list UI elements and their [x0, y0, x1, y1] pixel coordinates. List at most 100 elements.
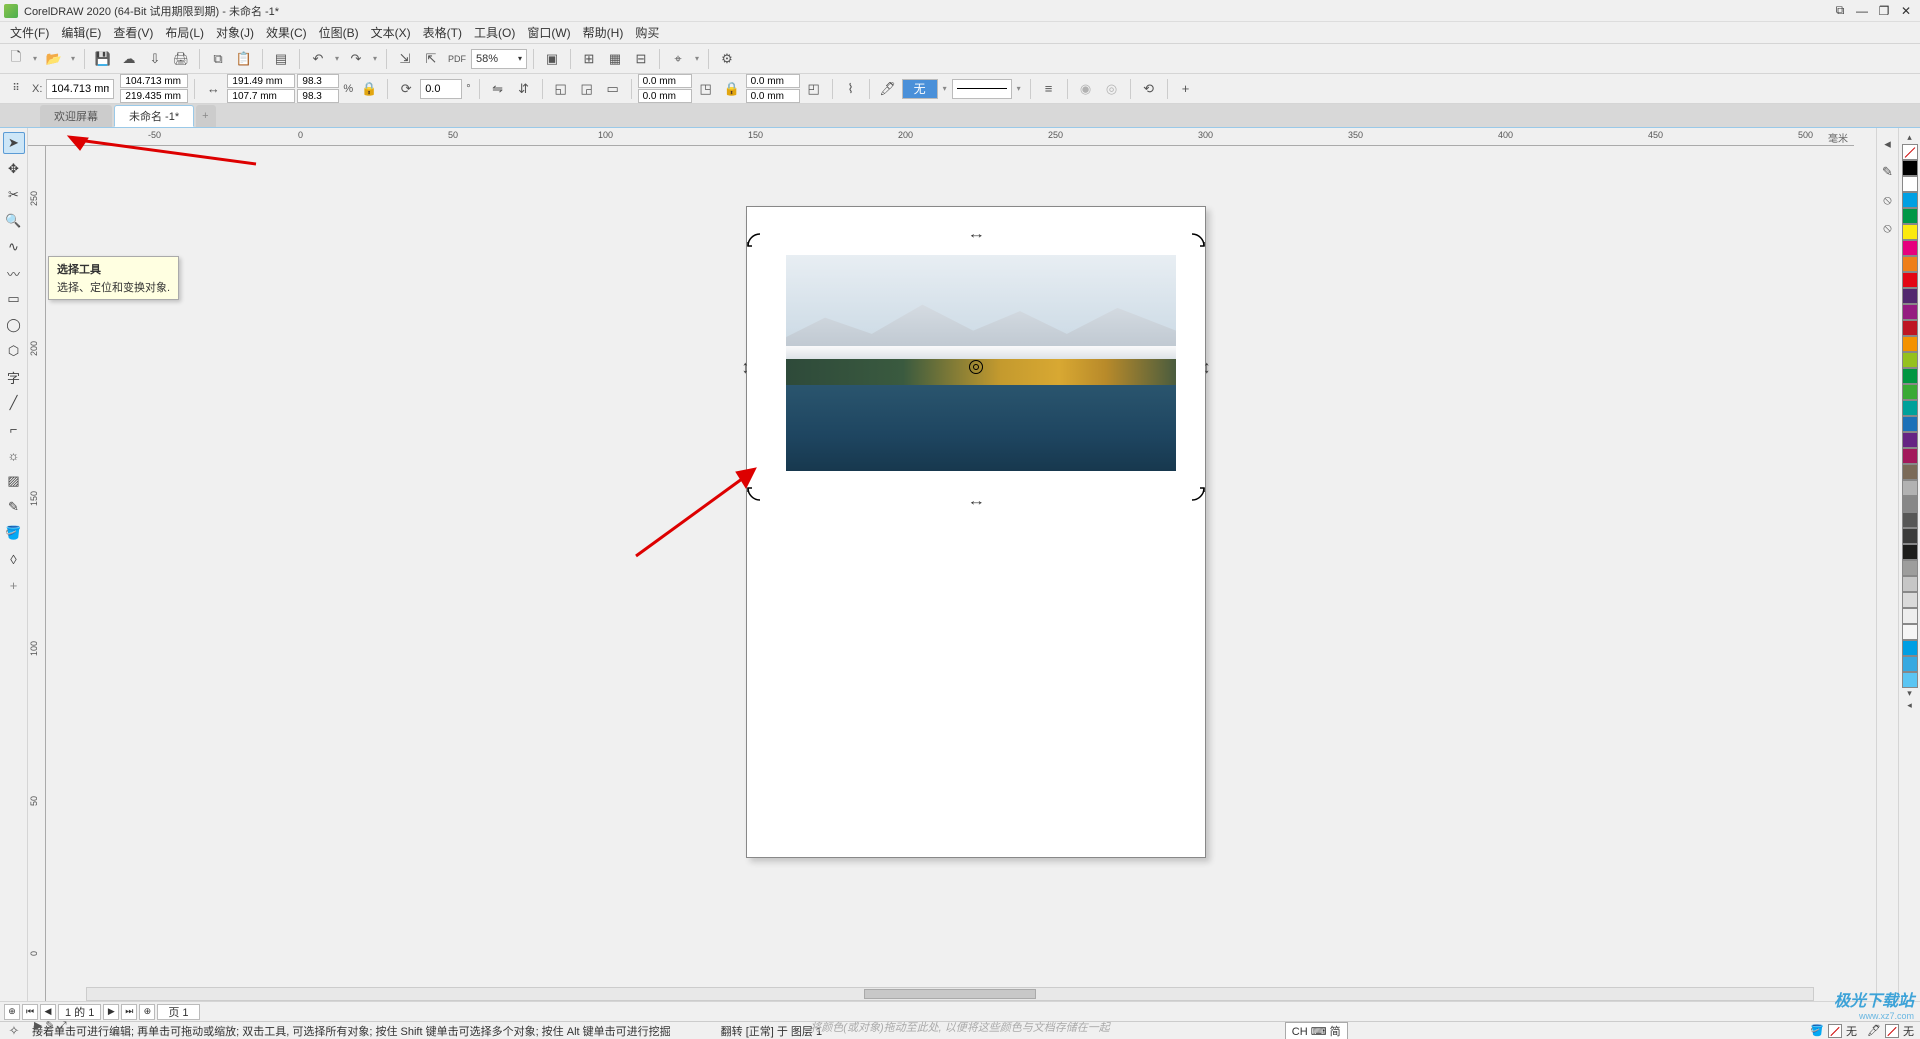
- palette-down-icon[interactable]: ▾: [1907, 688, 1912, 700]
- no-fill-indicator-icon[interactable]: ⦸: [1876, 188, 1900, 212]
- scale-y-input[interactable]: [297, 89, 339, 103]
- outline3-input[interactable]: [746, 74, 800, 88]
- width-input[interactable]: [227, 74, 295, 88]
- shape-tool-icon[interactable]: ✥: [3, 158, 25, 180]
- order-back-icon[interactable]: ◲: [575, 77, 599, 101]
- cloud-up-icon[interactable]: ☁: [117, 47, 141, 71]
- color-swatch[interactable]: [1902, 208, 1918, 224]
- docker-expand-icon[interactable]: ◂: [1876, 132, 1900, 156]
- color-swatch[interactable]: [1902, 640, 1918, 656]
- page-add-icon[interactable]: ⊕: [4, 1004, 20, 1020]
- menu-effects[interactable]: 效果(C): [260, 22, 313, 43]
- window-minimize-icon[interactable]: —: [1852, 3, 1872, 19]
- skew-handle-bottom-icon[interactable]: ↔: [967, 493, 985, 508]
- menu-help[interactable]: 帮助(H): [577, 22, 630, 43]
- status-outline[interactable]: 🖊 无: [1867, 1023, 1914, 1039]
- page-add2-icon[interactable]: ⊕: [139, 1004, 155, 1020]
- menu-object[interactable]: 对象(J): [210, 22, 260, 43]
- menu-tools[interactable]: 工具(O): [468, 22, 521, 43]
- snap-drop-icon[interactable]: ▾: [692, 54, 702, 63]
- page-tab[interactable]: 页 1: [157, 1004, 199, 1020]
- rotation-center-icon[interactable]: [969, 360, 983, 374]
- color-swatch[interactable]: [1902, 576, 1918, 592]
- transparency-tool-icon[interactable]: ▨: [3, 470, 25, 492]
- color-swatch[interactable]: [1902, 592, 1918, 608]
- rotate-handle-tl-icon[interactable]: [746, 232, 762, 248]
- tab-document[interactable]: 未命名 -1*: [114, 105, 194, 127]
- below-nav-icons[interactable]: ▶ ✎ ⤢: [34, 1020, 67, 1032]
- color-swatch[interactable]: [1902, 160, 1918, 176]
- import-icon[interactable]: ⇲: [393, 47, 417, 71]
- color-swatch[interactable]: [1902, 400, 1918, 416]
- skew-handle-left-icon[interactable]: ↕: [742, 356, 749, 377]
- ellipse-tool-icon[interactable]: ◯: [3, 314, 25, 336]
- polygon-tool-icon[interactable]: ⬡: [3, 340, 25, 362]
- color-swatch[interactable]: [1902, 528, 1918, 544]
- text-tool-icon[interactable]: 字: [3, 366, 25, 388]
- rectangle-tool-icon[interactable]: ▭: [3, 288, 25, 310]
- color-swatch[interactable]: [1902, 192, 1918, 208]
- connector-tool-icon[interactable]: ⌐: [3, 418, 25, 440]
- wrap-icon[interactable]: ⌇: [839, 77, 863, 101]
- rotation-input[interactable]: [420, 79, 462, 99]
- new-drop-icon[interactable]: ▾: [30, 54, 40, 63]
- clipboard-icon[interactable]: ▤: [269, 47, 293, 71]
- horizontal-ruler[interactable]: 毫米 -50050100150200250300350400450500: [28, 128, 1854, 146]
- outline2-input[interactable]: [638, 89, 692, 103]
- grid-icon[interactable]: ▦: [603, 47, 627, 71]
- fill-tool-icon[interactable]: 🪣: [3, 522, 25, 544]
- rotate-handle-tr-icon[interactable]: [1190, 232, 1206, 248]
- pos-x-field[interactable]: [120, 74, 188, 88]
- eyedropper-tool-icon[interactable]: ✎: [3, 496, 25, 518]
- color-swatch[interactable]: [1902, 672, 1918, 688]
- menu-table[interactable]: 表格(T): [417, 22, 468, 43]
- swatch-none[interactable]: [1902, 144, 1918, 160]
- undo-drop-icon[interactable]: ▾: [332, 54, 342, 63]
- color-swatch[interactable]: [1902, 608, 1918, 624]
- trace-icon[interactable]: ◉: [1074, 77, 1098, 101]
- freehand-tool-icon[interactable]: ∿: [3, 236, 25, 258]
- color-swatch[interactable]: [1902, 544, 1918, 560]
- color-swatch[interactable]: [1902, 224, 1918, 240]
- tab-add-icon[interactable]: +: [196, 105, 216, 127]
- color-swatch[interactable]: [1902, 272, 1918, 288]
- horizontal-scrollbar[interactable]: [86, 987, 1814, 1001]
- line-drop-icon[interactable]: ▾: [1014, 84, 1024, 93]
- menu-bitmap[interactable]: 位图(B): [313, 22, 365, 43]
- page-next-icon[interactable]: ▶: [103, 1004, 119, 1020]
- ruler-icon[interactable]: ⊞: [577, 47, 601, 71]
- outline-tool-icon[interactable]: ◊: [3, 548, 25, 570]
- effects-tool-icon[interactable]: ☼: [3, 444, 25, 466]
- color-swatch[interactable]: [1902, 256, 1918, 272]
- status-fill[interactable]: 🪣 无: [1810, 1023, 1857, 1039]
- copy-icon[interactable]: ⧉: [206, 47, 230, 71]
- refresh-icon[interactable]: ⟲: [1137, 77, 1161, 101]
- color-swatch[interactable]: [1902, 304, 1918, 320]
- open-icon[interactable]: 📂: [42, 47, 66, 71]
- fill-drop-icon[interactable]: ▾: [940, 84, 950, 93]
- add-icon[interactable]: +: [1174, 77, 1198, 101]
- publish-pdf-icon[interactable]: PDF: [445, 47, 469, 71]
- ime-indicator[interactable]: CH ⌨ 简: [1285, 1022, 1348, 1039]
- color-swatch[interactable]: [1902, 176, 1918, 192]
- scrollbar-thumb[interactable]: [864, 989, 1037, 999]
- color-swatch[interactable]: [1902, 464, 1918, 480]
- color-swatch[interactable]: [1902, 384, 1918, 400]
- palette-flyout-icon[interactable]: ◂: [1907, 700, 1912, 712]
- palette-up-icon[interactable]: ▴: [1907, 132, 1912, 144]
- scale-x-input[interactable]: [297, 74, 339, 88]
- guidelines-icon[interactable]: ⊟: [629, 47, 653, 71]
- paste-icon[interactable]: 📋: [232, 47, 256, 71]
- color-swatch[interactable]: [1902, 336, 1918, 352]
- color-swatch[interactable]: [1902, 416, 1918, 432]
- outline-corner2-icon[interactable]: ◰: [802, 77, 826, 101]
- menu-file[interactable]: 文件(F): [4, 22, 55, 43]
- mirror-h-icon[interactable]: ⇋: [486, 77, 510, 101]
- skew-handle-top-icon[interactable]: ↔: [967, 226, 985, 241]
- color-swatch[interactable]: [1902, 512, 1918, 528]
- fullscreen-icon[interactable]: ▣: [540, 47, 564, 71]
- fill-preview[interactable]: 无: [902, 79, 938, 99]
- skew-handle-right-icon[interactable]: ↕: [1204, 356, 1211, 377]
- outline1-input[interactable]: [638, 74, 692, 88]
- color-swatch[interactable]: [1902, 448, 1918, 464]
